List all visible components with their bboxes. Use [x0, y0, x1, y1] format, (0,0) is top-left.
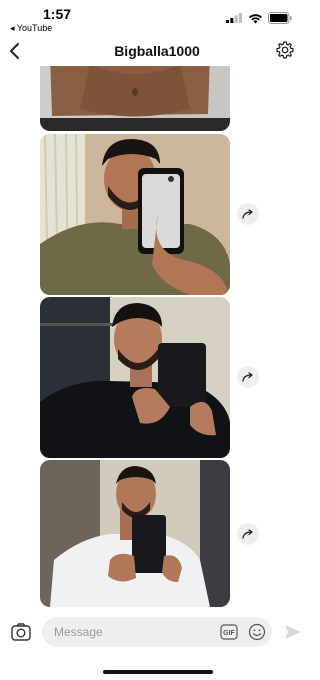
cellular-signal-icon [226, 13, 242, 23]
back-to-app-link[interactable]: ◂ YouTube [10, 23, 52, 34]
message-input[interactable]: Message GIF [42, 617, 272, 647]
photo-message[interactable] [40, 66, 230, 131]
home-indicator [103, 670, 213, 674]
chat-header: Bigballa1000 [0, 36, 314, 66]
share-button[interactable] [237, 523, 259, 545]
send-icon[interactable] [284, 624, 302, 640]
wifi-icon [249, 14, 262, 24]
photo-image [40, 66, 230, 131]
gif-icon[interactable]: GIF [220, 624, 238, 640]
message-composer: Message GIF [0, 612, 314, 652]
photo-message[interactable] [40, 134, 230, 295]
share-arrow-icon [242, 372, 253, 382]
gear-icon[interactable] [275, 40, 295, 60]
battery-icon [268, 12, 292, 24]
share-button[interactable] [237, 203, 259, 225]
photo-message[interactable] [40, 460, 230, 607]
photo-message[interactable] [40, 297, 230, 458]
status-time: 1:57 [43, 6, 72, 22]
status-bar: 1:57 ◂ YouTube [0, 0, 314, 36]
message-list[interactable] [0, 66, 314, 612]
message-placeholder: Message [54, 625, 103, 639]
chat-title[interactable]: Bigballa1000 [0, 43, 314, 59]
photo-image [40, 297, 230, 458]
photo-image [40, 134, 230, 295]
share-arrow-icon [242, 209, 253, 219]
photo-image [40, 460, 230, 607]
camera-icon[interactable] [10, 621, 32, 643]
gif-label: GIF [223, 630, 235, 637]
emoji-icon[interactable] [248, 623, 266, 641]
share-button[interactable] [237, 366, 259, 388]
share-arrow-icon [242, 529, 253, 539]
